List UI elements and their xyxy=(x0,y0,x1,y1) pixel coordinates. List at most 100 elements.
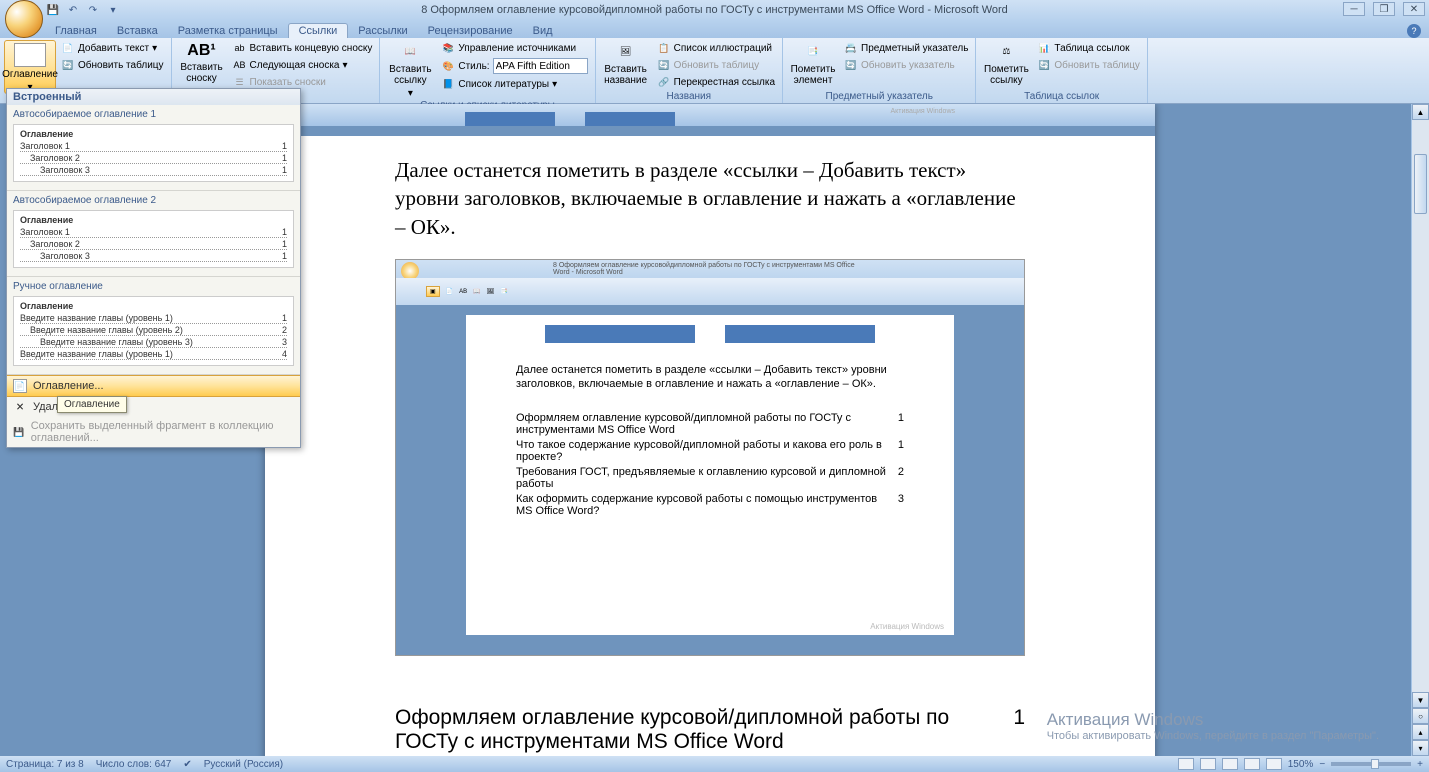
nested-screenshot: 8 Оформляем оглавление курсовойдипломной… xyxy=(395,259,1025,656)
insert-endnote-button[interactable]: abВставить концевую сноску xyxy=(230,40,376,56)
tab-mailings[interactable]: Рассылки xyxy=(348,24,417,38)
document-icon: 📄 xyxy=(13,379,27,393)
tooltip: Оглавление xyxy=(57,396,127,413)
tab-insert[interactable]: Вставка xyxy=(107,24,168,38)
table-of-figures-button[interactable]: 📋Список иллюстраций xyxy=(654,40,778,56)
cross-reference-button[interactable]: 🔗Перекрестная ссылка xyxy=(654,74,778,90)
toc-label: Оглавление xyxy=(2,69,58,80)
toc-entry: Оформляем оглавление курсовой/дипломной … xyxy=(395,706,1025,754)
next-page-button[interactable]: ▾ xyxy=(1412,740,1429,756)
manage-sources-button[interactable]: 📚Управление источниками xyxy=(438,40,590,56)
insert-citation-button[interactable]: 📖 Вставить ссылку▾ xyxy=(384,40,436,99)
insert-footnote-button[interactable]: AB¹ Вставить сноску xyxy=(176,40,228,90)
add-text-icon: 📄 xyxy=(61,41,75,55)
citation-icon: 📖 xyxy=(398,42,422,62)
update-tof-button[interactable]: 🔄Обновить таблицу xyxy=(654,57,778,73)
captions-group-label: Названия xyxy=(600,90,778,103)
endnote-icon: ab xyxy=(233,41,247,55)
zoom-in-button[interactable]: + xyxy=(1417,759,1423,770)
insert-toa-button[interactable]: 📊Таблица ссылок xyxy=(1034,40,1143,56)
draft-view[interactable] xyxy=(1266,758,1282,770)
next-footnote-button[interactable]: ABСледующая сноска ▾ xyxy=(230,57,376,73)
scroll-up-button[interactable]: ▲ xyxy=(1412,104,1429,120)
redo-icon[interactable]: ↷ xyxy=(85,2,101,18)
bibliography-icon: 📘 xyxy=(441,77,455,91)
add-text-button[interactable]: 📄Добавить текст ▾ xyxy=(58,40,167,56)
document-paragraph: Далее останется пометить в разделе «ссыл… xyxy=(395,156,1025,241)
mark-citation-button[interactable]: ⚖ Пометить ссылку xyxy=(980,40,1032,90)
qat-dropdown-icon[interactable]: ▾ xyxy=(105,2,121,18)
toc-remove[interactable]: 🗙Удалить оглавление Удали Оглавление xyxy=(7,397,300,417)
save-selection-icon: 💾 xyxy=(13,425,25,439)
browse-object-button[interactable]: ○ xyxy=(1412,708,1429,724)
toa-icon: 📊 xyxy=(1037,41,1051,55)
office-button[interactable] xyxy=(5,0,43,38)
maximize-button[interactable]: ❐ xyxy=(1373,2,1395,16)
save-icon[interactable]: 💾 xyxy=(45,2,61,18)
embedded-image-top: Активация Windows xyxy=(265,104,1155,136)
mark-entry-button[interactable]: 📑 Пометить элемент xyxy=(787,40,839,90)
update-toa-button[interactable]: 🔄Обновить таблицу xyxy=(1034,57,1143,73)
update-icon: 🔄 xyxy=(844,58,858,72)
tab-references[interactable]: Ссылки xyxy=(288,23,349,38)
word-count[interactable]: Число слов: 647 xyxy=(96,759,172,770)
vertical-scrollbar[interactable]: ▲ ▼ ○ ▴ ▾ xyxy=(1411,104,1429,756)
footnote-icon: AB¹ xyxy=(187,42,215,60)
toc-icon xyxy=(14,43,46,67)
status-bar: Страница: 7 из 8 Число слов: 647 ✔ Русск… xyxy=(0,756,1429,772)
outline-view[interactable] xyxy=(1244,758,1260,770)
page-indicator[interactable]: Страница: 7 из 8 xyxy=(6,759,84,770)
spell-check-icon[interactable]: ✔ xyxy=(183,759,191,770)
next-footnote-icon: AB xyxy=(233,58,247,72)
toc-save-selection: 💾Сохранить выделенный фрагмент в коллекц… xyxy=(7,417,300,447)
style-select[interactable] xyxy=(493,58,588,74)
undo-icon[interactable]: ↶ xyxy=(65,2,81,18)
full-screen-view[interactable] xyxy=(1200,758,1216,770)
style-icon: 🎨 xyxy=(441,59,455,73)
language-indicator[interactable]: Русский (Россия) xyxy=(204,759,283,770)
document-page[interactable]: Активация Windows Далее останется помети… xyxy=(265,104,1155,756)
toc-insert-custom[interactable]: 📄Оглавление... xyxy=(7,375,300,397)
toc-button[interactable]: Оглавление ▾ xyxy=(4,40,56,94)
bibliography-button[interactable]: 📘Список литературы ▾ xyxy=(438,76,590,92)
help-icon[interactable]: ? xyxy=(1407,24,1421,38)
minimize-button[interactable]: ─ xyxy=(1343,2,1365,16)
toc-gallery-auto2[interactable]: Автособираемое оглавление 2 Оглавление З… xyxy=(7,191,300,277)
web-layout-view[interactable] xyxy=(1222,758,1238,770)
zoom-slider[interactable] xyxy=(1331,762,1411,766)
toc-gallery-header: Встроенный xyxy=(7,89,300,105)
update-icon: 🔄 xyxy=(61,58,75,72)
toc-gallery-dropdown: Встроенный Автособираемое оглавление 1 О… xyxy=(6,88,301,448)
toc-gallery-manual[interactable]: Ручное оглавление Оглавление Введите наз… xyxy=(7,277,300,375)
insert-index-button[interactable]: 📇Предметный указатель xyxy=(841,40,971,56)
update-index-button[interactable]: 🔄Обновить указатель xyxy=(841,57,971,73)
prev-page-button[interactable]: ▴ xyxy=(1412,724,1429,740)
insert-caption-button[interactable]: 🖼 Вставить название xyxy=(600,40,652,90)
close-button[interactable]: ✕ xyxy=(1403,2,1425,16)
print-layout-view[interactable] xyxy=(1178,758,1194,770)
mark-citation-icon: ⚖ xyxy=(994,42,1018,62)
window-title: 8 Оформляем оглавление курсовойдипломной… xyxy=(421,4,1008,16)
tab-home[interactable]: Главная xyxy=(45,24,107,38)
title-bar: 💾 ↶ ↷ ▾ 8 Оформляем оглавление курсовойд… xyxy=(0,0,1429,20)
sources-icon: 📚 xyxy=(441,41,455,55)
tab-layout[interactable]: Разметка страницы xyxy=(168,24,288,38)
zoom-out-button[interactable]: − xyxy=(1319,759,1325,770)
toa-group-label: Таблица ссылок xyxy=(980,90,1143,103)
quick-access-toolbar: 💾 ↶ ↷ ▾ xyxy=(45,2,121,18)
scroll-down-button[interactable]: ▼ xyxy=(1412,692,1429,708)
tab-view[interactable]: Вид xyxy=(523,24,563,38)
mark-entry-icon: 📑 xyxy=(801,42,825,62)
toc-gallery-auto1[interactable]: Автособираемое оглавление 1 Оглавление З… xyxy=(7,105,300,191)
zoom-level[interactable]: 150% xyxy=(1288,759,1314,770)
citation-style: 🎨Стиль: xyxy=(438,57,590,75)
tof-icon: 📋 xyxy=(657,41,671,55)
tab-review[interactable]: Рецензирование xyxy=(418,24,523,38)
show-notes-icon: ☰ xyxy=(233,75,247,89)
update-icon: 🔄 xyxy=(1037,58,1051,72)
index-group-label: Предметный указатель xyxy=(787,90,971,103)
index-icon: 📇 xyxy=(844,41,858,55)
update-toc-button[interactable]: 🔄Обновить таблицу xyxy=(58,57,167,73)
remove-icon: 🗙 xyxy=(13,400,27,414)
scroll-thumb[interactable] xyxy=(1414,154,1427,214)
